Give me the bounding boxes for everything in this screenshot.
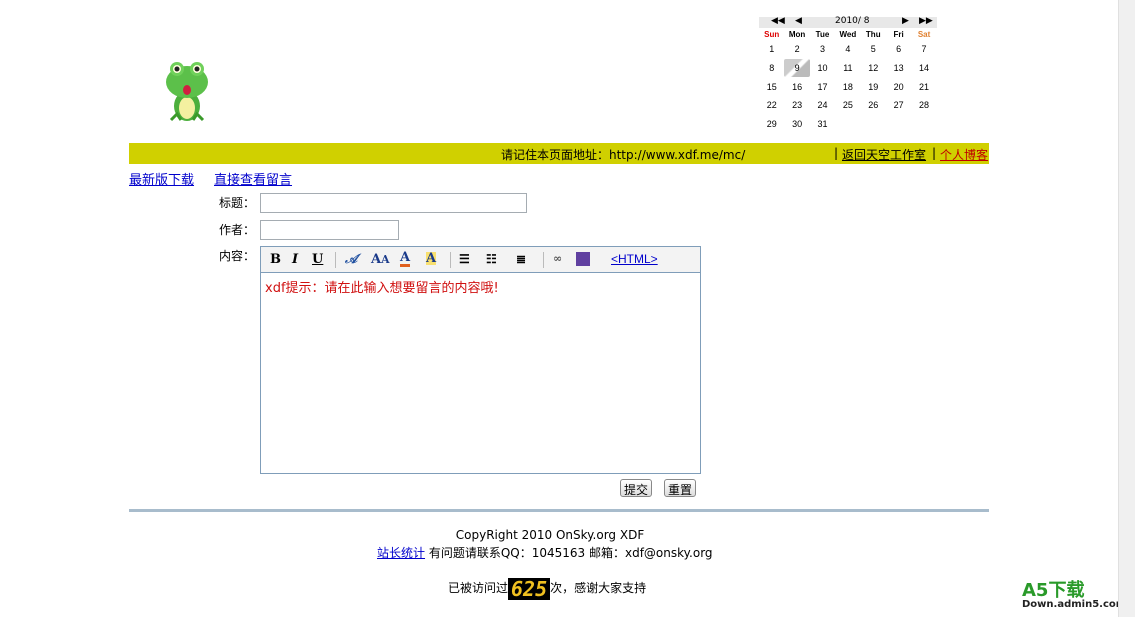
font-size-icon[interactable]: AA [371, 252, 390, 267]
html-mode-link[interactable]: <HTML> [611, 252, 658, 266]
calendar-day [911, 115, 936, 134]
content-textarea[interactable]: xdf提示：请在此输入想要留言的内容哦! [261, 273, 700, 300]
weekday-header: Sun [764, 29, 780, 39]
calendar-day[interactable]: 1 [759, 40, 784, 59]
calendar-day[interactable]: 11 [835, 59, 860, 78]
stats-link[interactable]: 站长统计 [377, 546, 425, 560]
weekday-header: Mon [788, 29, 806, 39]
calendar-day[interactable]: 28 [911, 96, 936, 115]
view-messages-link[interactable]: 直接查看留言 [214, 169, 292, 188]
watermark-site: Down.admin5.com [1022, 599, 1127, 610]
calendar-day[interactable]: 12 [861, 59, 886, 78]
title-label: 标题： [219, 196, 256, 210]
calendar-day[interactable]: 18 [835, 77, 860, 96]
calendar-day[interactable]: 9 [784, 58, 810, 78]
align-icon[interactable]: ☰ [459, 252, 470, 266]
visits-before-text: 已被访问过 [448, 581, 509, 595]
calendar-day[interactable]: 30 [784, 115, 809, 134]
calendar-day[interactable]: 13 [886, 59, 911, 78]
visits-after-text: 次，感谢大家支持 [550, 581, 647, 595]
next-month-button[interactable]: ▶ [902, 16, 909, 26]
watermark-logo: A5下载 Down.admin5.com [1022, 582, 1126, 610]
calendar-day[interactable]: 14 [911, 59, 936, 78]
calendar-day[interactable]: 25 [835, 96, 860, 115]
separator: | [932, 146, 937, 160]
calendar-day[interactable]: 10 [810, 59, 835, 78]
content-label: 内容： [219, 249, 256, 263]
calendar-day[interactable]: 6 [886, 40, 911, 59]
list-icon[interactable]: ☷ [486, 252, 497, 266]
calendar-day[interactable]: 29 [759, 115, 784, 134]
vertical-scrollbar[interactable] [1118, 0, 1135, 617]
highlight-color-icon[interactable]: A [426, 252, 437, 265]
weekday-header: Sat [917, 29, 931, 39]
calendar-day[interactable]: 26 [861, 96, 886, 115]
link-icon[interactable]: ∞ [553, 252, 562, 265]
calendar-day[interactable]: 21 [911, 77, 936, 96]
calendar-title: 2010/ 8 [835, 16, 870, 26]
font-color-icon[interactable]: A [400, 251, 411, 267]
calendar-day[interactable]: 5 [861, 40, 886, 59]
address-text: 请记住本页面地址：http://www.xdf.me/mc/ [501, 148, 746, 162]
calendar-day[interactable]: 31 [810, 115, 835, 134]
next-year-button[interactable]: ▶▶ [919, 16, 933, 26]
author-label: 作者： [219, 223, 256, 237]
studio-link[interactable]: 返回天空工作室 [842, 146, 926, 163]
calendar-day [835, 115, 860, 134]
submit-button[interactable]: 提交 [620, 479, 653, 497]
address-bar: 请记住本页面地址：http://www.xdf.me/mc/ | 返回天空工作室… [129, 143, 989, 164]
calendar-day[interactable]: 8 [759, 59, 784, 78]
download-link[interactable]: 最新版下载 [129, 169, 194, 188]
contact-text: 有问题请联系QQ：1045163 邮箱：xdf@onsky.org [428, 546, 713, 560]
calendar-grid: Sun Mon Tue Wed Thu Fri Sat 1 2 3 4 5 6 7 8 9 10 11 12 13 14… [759, 28, 937, 133]
weekday-header: Thu [865, 29, 881, 39]
calendar-day[interactable]: 23 [784, 96, 809, 115]
counter-digits: 625 [508, 578, 551, 600]
calendar-day[interactable]: 27 [886, 96, 911, 115]
prev-month-button[interactable]: ◀ [795, 16, 802, 26]
italic-button[interactable]: I [292, 252, 298, 267]
reset-button[interactable]: 重置 [664, 479, 697, 497]
content-editor[interactable]: B I U 𝒜 AA A A ☰ ☷ ≣ ∞ <HTML> xdf提示：请在此输… [260, 246, 701, 474]
underline-button[interactable]: U [312, 252, 323, 267]
calendar-day[interactable]: 7 [911, 40, 936, 59]
image-icon[interactable] [576, 252, 590, 266]
weekday-header: Tue [815, 29, 830, 39]
footer-contact: 站长统计 有问题请联系QQ：1045163 邮箱：xdf@onsky.org [377, 544, 713, 561]
bold-button[interactable]: B [270, 252, 281, 267]
calendar-day[interactable]: 17 [810, 77, 835, 96]
calendar-day[interactable]: 19 [861, 77, 886, 96]
blog-link[interactable]: 个人博客 [940, 146, 988, 163]
frog-logo [163, 58, 211, 124]
calendar-day[interactable]: 20 [886, 77, 911, 96]
separator: | [834, 146, 839, 160]
visit-counter: 已被访问过 625 次，感谢大家支持 [448, 578, 646, 600]
calendar-day[interactable]: 15 [759, 77, 784, 96]
author-input[interactable] [260, 220, 399, 240]
calendar-day[interactable]: 16 [784, 77, 809, 96]
prev-year-button[interactable]: ◀◀ [771, 16, 785, 26]
calendar-day[interactable]: 2 [784, 40, 809, 59]
watermark-brand: A5下载 [1022, 580, 1085, 601]
editor-toolbar: B I U 𝒜 AA A A ☰ ☷ ≣ ∞ <HTML> [261, 247, 700, 273]
calendar-day [886, 115, 911, 134]
weekday-header: Fri [893, 29, 904, 39]
title-input[interactable] [260, 193, 527, 213]
indent-icon[interactable]: ≣ [516, 252, 526, 266]
calendar-day[interactable]: 24 [810, 96, 835, 115]
calendar-day[interactable]: 22 [759, 96, 784, 115]
calendar: ◀◀ ◀ 2010/ 8 ▶ ▶▶ Sun Mon Tue Wed Thu Fri Sat 1… [759, 16, 937, 133]
divider [129, 509, 989, 512]
font-family-icon[interactable]: 𝒜 [345, 252, 357, 267]
calendar-day[interactable]: 4 [835, 40, 860, 59]
calendar-day[interactable]: 3 [810, 40, 835, 59]
copyright: CopyRight 2010 OnSky.org XDF [455, 528, 645, 542]
calendar-day [861, 115, 886, 134]
weekday-header: Wed [839, 29, 857, 39]
